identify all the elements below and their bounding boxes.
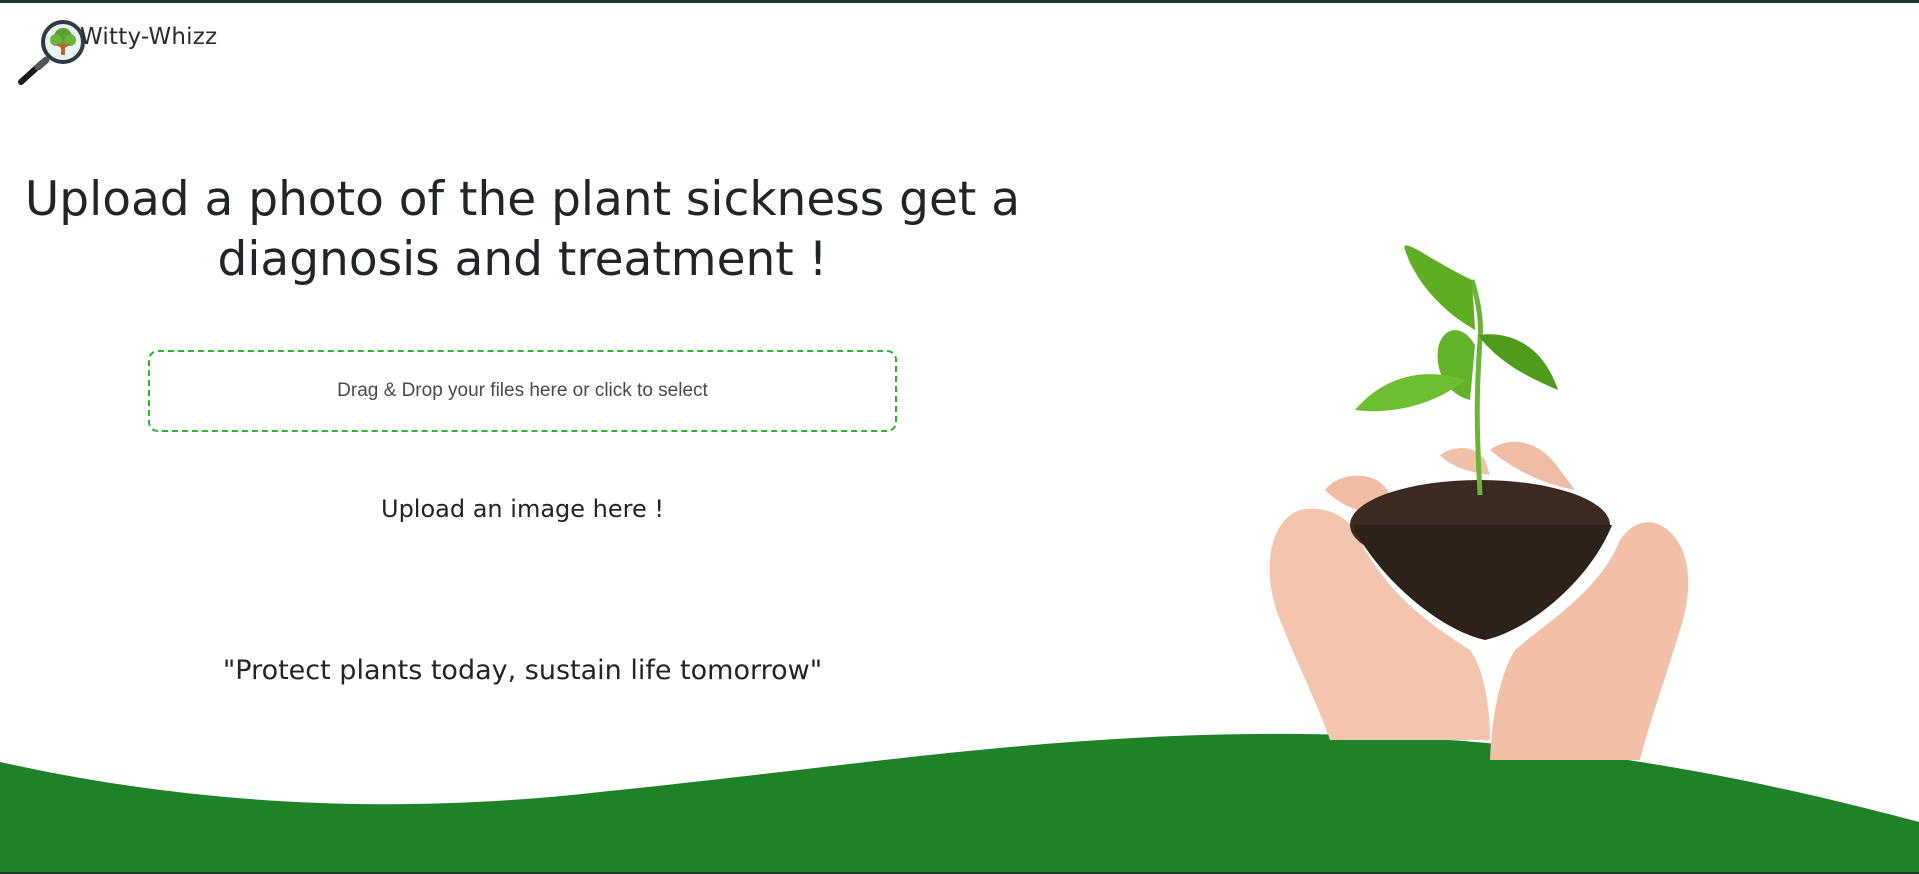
magnifier-tree-icon: [18, 20, 85, 85]
brand-logo-link[interactable]: Witty-Whizz: [18, 20, 217, 86]
page-headline: Upload a photo of the plant sickness get…: [24, 172, 1021, 287]
top-border: [0, 0, 1919, 3]
upload-label: Upload an image here !: [381, 495, 664, 523]
slogan-quote: "Protect plants today, sustain life tomo…: [222, 655, 823, 686]
brand-name: Witty-Whizz: [80, 24, 218, 50]
file-dropzone[interactable]: Drag & Drop your files here or click to …: [148, 350, 897, 432]
hands-holding-sprout-icon: [1269, 245, 1689, 760]
dropzone-instructions: Drag & Drop your files here or click to …: [337, 380, 708, 401]
